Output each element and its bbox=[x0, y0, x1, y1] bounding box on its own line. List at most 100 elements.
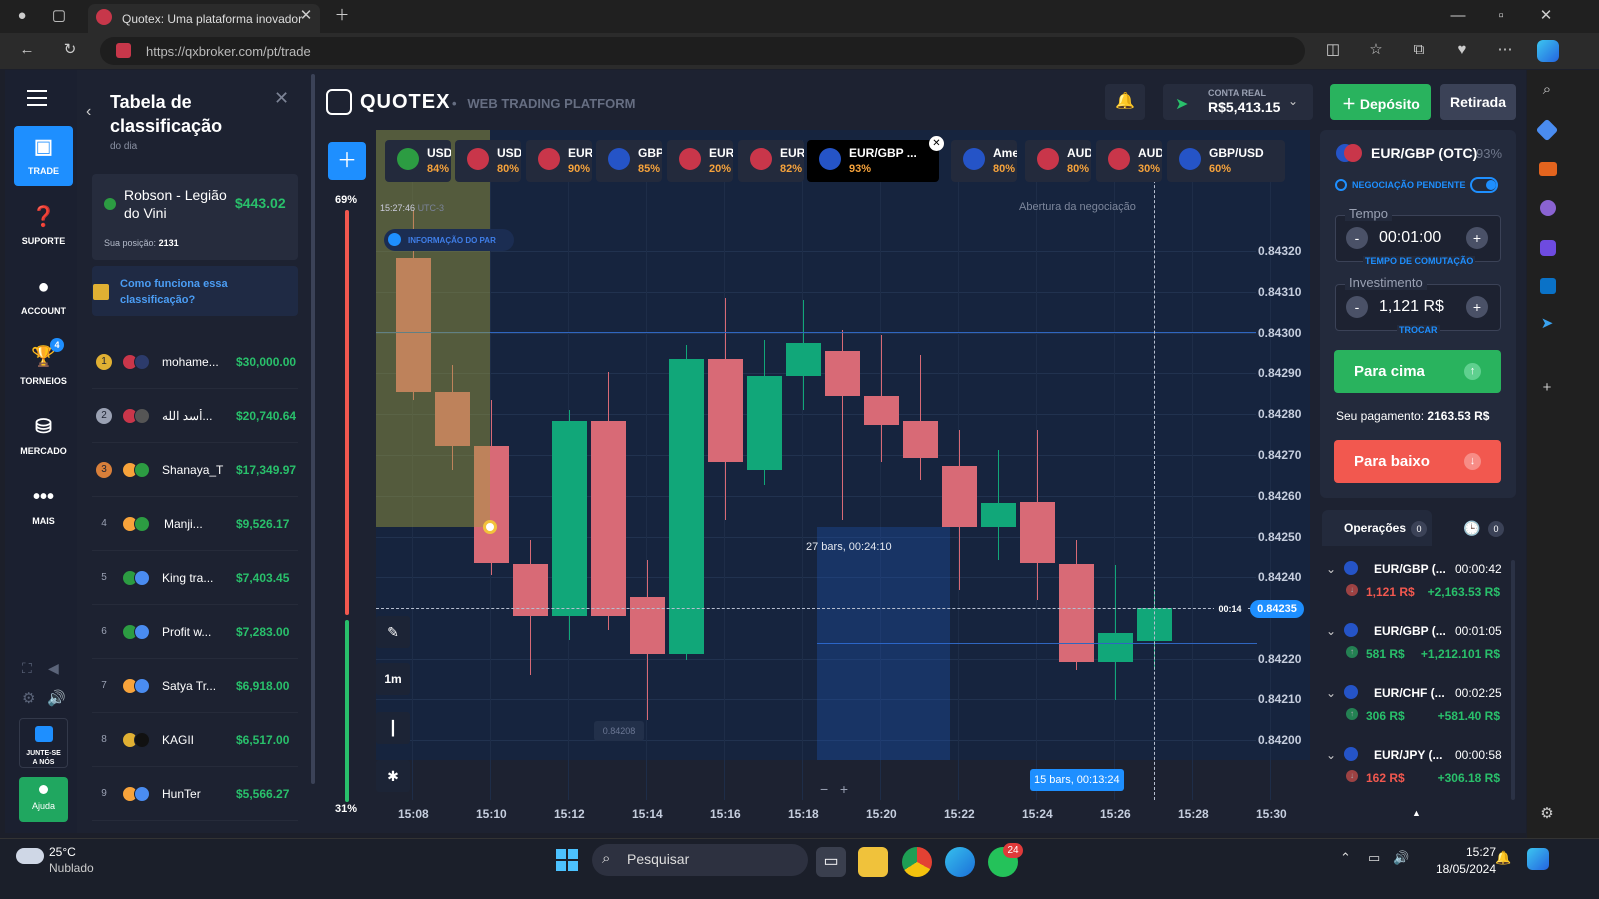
pair-tab[interactable]: EUR/(20% bbox=[667, 140, 733, 182]
back-icon[interactable]: ← bbox=[15, 38, 39, 62]
pair-tab[interactable]: EUR/GBP ... 93% bbox=[807, 140, 939, 182]
hamburger-icon[interactable] bbox=[27, 90, 47, 106]
chart-type-icon[interactable]: ┃ bbox=[376, 712, 410, 744]
investment-value[interactable]: 1,121 R$ bbox=[1379, 298, 1444, 316]
close-tab-icon[interactable]: ✕ bbox=[294, 4, 318, 28]
volume-icon[interactable]: 🔊 bbox=[1393, 850, 1409, 866]
operation-item[interactable]: ⌄ EUR/CHF (... 00:02:25 ↑ 306 R$ +581.40 R$ bbox=[1326, 682, 1510, 744]
toolbox-icon[interactable] bbox=[1539, 162, 1557, 176]
operation-item[interactable]: ⌄ EUR/JPY (... 00:00:58 ↓ 162 R$ +306.18 R$ bbox=[1326, 744, 1510, 806]
tray-chevron-icon[interactable]: ⌃ bbox=[1340, 850, 1351, 866]
pending-orders-icon[interactable]: 🕒 bbox=[1463, 520, 1480, 537]
collections-icon[interactable]: ⧉ bbox=[1407, 38, 1431, 62]
menu-icon[interactable]: ⋯ bbox=[1493, 38, 1517, 62]
operation-item[interactable]: ⌄ EUR/GBP (... 00:00:42 ↓ 1,121 R$ +2,163.53 … bbox=[1326, 558, 1510, 620]
notification-bell-icon[interactable]: 🔔 bbox=[1495, 850, 1511, 866]
nav-torneios[interactable]: 🏆 TORNEIOS bbox=[14, 336, 73, 396]
investment-minus-button[interactable]: - bbox=[1346, 296, 1368, 318]
settings-icon[interactable]: ⚙ bbox=[22, 689, 35, 707]
operations-scrollbar[interactable] bbox=[1511, 560, 1515, 800]
leaderboard-scrollbar[interactable] bbox=[311, 74, 315, 784]
close-pair-icon[interactable]: ✕ bbox=[929, 136, 944, 151]
time-minus-button[interactable]: - bbox=[1346, 227, 1368, 249]
deposit-button[interactable]: ＋ Depósito bbox=[1330, 84, 1431, 120]
reload-icon[interactable]: ↻ bbox=[58, 38, 82, 62]
nav-suporte[interactable]: ❓ SUPORTE bbox=[14, 196, 73, 256]
investment-switch-link[interactable]: TROCAR bbox=[1397, 325, 1440, 335]
search-icon[interactable]: ⌕ bbox=[1535, 78, 1559, 102]
chrome-icon[interactable] bbox=[902, 847, 932, 877]
nav-mais[interactable]: ••• MAIS bbox=[14, 476, 73, 536]
close-window-icon[interactable]: ✕ bbox=[1534, 4, 1558, 28]
nav-mercado[interactable]: ⛁ MERCADO bbox=[14, 406, 73, 466]
send-icon[interactable]: ➤ bbox=[1535, 312, 1559, 336]
time-switch-link[interactable]: TEMPO DE COMUTAÇÃO bbox=[1363, 256, 1476, 266]
help-button[interactable]: Ajuda bbox=[19, 777, 68, 822]
weather-desc[interactable]: Nublado bbox=[49, 861, 94, 875]
pair-tab[interactable]: EUR/(82% bbox=[738, 140, 804, 182]
pair-tab[interactable]: AUD/(30% bbox=[1096, 140, 1162, 182]
network-icon[interactable]: ▭ bbox=[1368, 850, 1380, 866]
nav-trade[interactable]: ▣ TRADE bbox=[14, 126, 73, 186]
split-screen-icon[interactable]: ◫ bbox=[1321, 38, 1345, 62]
add-chart-button[interactable]: ＋ bbox=[328, 142, 366, 180]
expand-chevron-icon[interactable]: ⌄ bbox=[1326, 748, 1336, 762]
close-icon[interactable]: ✕ bbox=[274, 88, 289, 109]
zoom-out-icon[interactable]: − bbox=[820, 781, 828, 797]
start-icon[interactable] bbox=[556, 849, 578, 871]
m365-icon[interactable] bbox=[1540, 240, 1556, 256]
minimize-icon[interactable]: — bbox=[1446, 4, 1470, 28]
maximize-icon[interactable]: ▫ bbox=[1489, 4, 1513, 28]
site-security-icon[interactable] bbox=[116, 43, 131, 58]
pair-tab[interactable]: GBP/USD 60% bbox=[1167, 140, 1285, 182]
weather-temp[interactable]: 25°C bbox=[49, 845, 76, 859]
sound-icon[interactable]: 🔊 bbox=[47, 689, 66, 707]
expand-chevron-icon[interactable]: ⌄ bbox=[1326, 686, 1336, 700]
zoom-in-icon[interactable]: + bbox=[840, 781, 848, 797]
profile-icon[interactable]: ● bbox=[10, 4, 34, 28]
expand-chevron-icon[interactable]: ⌄ bbox=[1326, 562, 1336, 576]
timeframe-button[interactable]: 1m bbox=[376, 663, 410, 695]
clock-date[interactable]: 18/05/2024 bbox=[1426, 862, 1496, 876]
back-arrow-icon[interactable]: ‹ bbox=[86, 103, 91, 121]
pair-info-button[interactable]: INFORMAÇÃO DO PAR bbox=[384, 229, 514, 251]
withdraw-button[interactable]: Retirada bbox=[1440, 84, 1516, 120]
url-field[interactable]: https://qxbroker.com/pt/trade bbox=[100, 37, 1305, 65]
pending-trade-toggle[interactable] bbox=[1470, 177, 1498, 193]
clock-time[interactable]: 15:27 bbox=[1456, 845, 1496, 859]
pair-tab[interactable]: USD/(80% bbox=[455, 140, 521, 182]
investment-plus-button[interactable]: + bbox=[1466, 296, 1488, 318]
trade-pair-name[interactable]: EUR/GBP (OTC) bbox=[1371, 145, 1477, 161]
copilot-icon[interactable] bbox=[1537, 40, 1559, 62]
pair-tab[interactable]: Ameri 80% bbox=[951, 140, 1017, 182]
time-plus-button[interactable]: + bbox=[1466, 227, 1488, 249]
performance-icon[interactable]: ♥ bbox=[1450, 38, 1474, 62]
games-icon[interactable] bbox=[1540, 200, 1556, 216]
task-view-icon[interactable]: ▭ bbox=[816, 847, 846, 877]
pair-tab[interactable]: GBP/A 85% bbox=[596, 140, 662, 182]
browser-tab[interactable]: Quotex: Uma plataforma inovador bbox=[88, 4, 320, 33]
expand-chevron-icon[interactable]: ⌄ bbox=[1326, 624, 1336, 638]
notifications-icon[interactable]: 🔔 bbox=[1105, 84, 1145, 120]
pair-tab[interactable]: EUR/J 90% bbox=[526, 140, 592, 182]
copilot-taskbar-icon[interactable] bbox=[1527, 848, 1549, 870]
add-sidebar-icon[interactable]: + bbox=[1535, 376, 1559, 400]
taskbar-search[interactable]: Pesquisar bbox=[592, 844, 808, 876]
edge-icon[interactable] bbox=[945, 847, 975, 877]
outlook-icon[interactable] bbox=[1540, 278, 1556, 294]
collapse-icon[interactable]: ◀ bbox=[48, 660, 59, 677]
fullscreen-icon[interactable]: ⛶ bbox=[22, 660, 32, 677]
favorites-icon[interactable]: ☆ bbox=[1364, 38, 1388, 62]
scroll-up-icon[interactable]: ▲ bbox=[1412, 808, 1421, 818]
pair-tab[interactable]: AUD/(80% bbox=[1025, 140, 1091, 182]
nav-account[interactable]: ● ACCOUNT bbox=[14, 266, 73, 326]
file-explorer-icon[interactable] bbox=[858, 847, 888, 877]
indicators-icon[interactable]: ✱ bbox=[376, 760, 410, 792]
sidebar-settings-icon[interactable]: ⚙ bbox=[1535, 802, 1559, 826]
operation-item[interactable]: ⌄ EUR/GBP (... 00:01:05 ↑ 581 R$ +1,212.101 R… bbox=[1326, 620, 1510, 682]
draw-tool-icon[interactable]: ✎ bbox=[376, 616, 410, 648]
pair-tab[interactable]: USD/84% bbox=[385, 140, 451, 182]
zoom-controls[interactable]: − + bbox=[820, 781, 866, 801]
tab-actions-icon[interactable]: ▢ bbox=[47, 4, 71, 28]
new-tab-icon[interactable]: ＋ bbox=[330, 4, 354, 28]
